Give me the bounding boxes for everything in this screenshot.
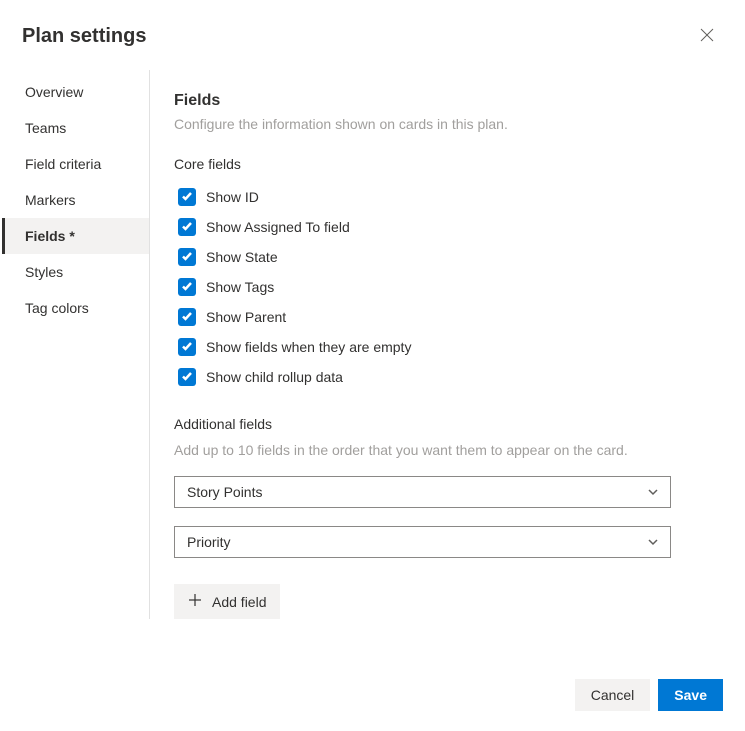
add-field-label: Add field [212,594,266,610]
checkbox-show-state[interactable] [178,248,196,266]
add-field-button[interactable]: Add field [174,584,280,619]
footer: Cancel Save [575,679,723,711]
checkbox-show-parent[interactable] [178,308,196,326]
cancel-button[interactable]: Cancel [575,679,651,711]
plus-icon [188,593,202,610]
sidebar-item-label: Fields * [25,228,75,244]
sidebar-item-overview[interactable]: Overview [2,74,149,110]
sidebar-item-markers[interactable]: Markers [2,182,149,218]
checkbox-show-assigned-to[interactable] [178,218,196,236]
checkbox-row: Show child rollup data [178,362,721,392]
checkmark-icon [181,369,193,385]
checkbox-label: Show Tags [206,279,274,295]
core-fields-label: Core fields [174,156,721,172]
header: Plan settings [0,0,745,70]
sidebar-item-label: Teams [25,120,66,136]
checkmark-icon [181,309,193,325]
close-button[interactable] [691,20,723,52]
checkbox-row: Show Assigned To field [178,212,721,242]
checkbox-show-tags[interactable] [178,278,196,296]
field-select-label: Priority [187,534,231,550]
checkbox-show-empty[interactable] [178,338,196,356]
checkbox-row: Show State [178,242,721,272]
sidebar: Overview Teams Field criteria Markers Fi… [2,70,150,619]
sidebar-item-label: Markers [25,192,76,208]
checkmark-icon [181,339,193,355]
checkbox-row: Show Tags [178,272,721,302]
core-fields-list: Show ID Show Assigned To field Show Stat… [174,182,721,392]
page-title: Plan settings [22,25,146,48]
checkbox-show-id[interactable] [178,188,196,206]
sidebar-item-label: Overview [25,84,83,100]
checkbox-row: Show Parent [178,302,721,332]
sidebar-item-teams[interactable]: Teams [2,110,149,146]
additional-fields-label: Additional fields [174,416,721,432]
main-subtitle: Configure the information shown on cards… [174,116,721,132]
checkbox-label: Show ID [206,189,259,205]
sidebar-item-label: Tag colors [25,300,89,316]
checkmark-icon [181,189,193,205]
sidebar-item-field-criteria[interactable]: Field criteria [2,146,149,182]
checkmark-icon [181,249,193,265]
field-select-priority[interactable]: Priority [174,526,671,558]
chevron-down-icon [646,535,660,549]
checkbox-label: Show State [206,249,278,265]
checkbox-row: Show fields when they are empty [178,332,721,362]
checkbox-show-rollup[interactable] [178,368,196,386]
checkmark-icon [181,219,193,235]
field-select-label: Story Points [187,484,262,500]
field-select-story-points[interactable]: Story Points [174,476,671,508]
body: Overview Teams Field criteria Markers Fi… [0,70,745,619]
sidebar-item-fields[interactable]: Fields * [2,218,149,254]
checkbox-label: Show Assigned To field [206,219,350,235]
main-content: Fields Configure the information shown o… [150,70,745,619]
checkmark-icon [181,279,193,295]
chevron-down-icon [646,485,660,499]
checkbox-label: Show Parent [206,309,286,325]
checkbox-row: Show ID [178,182,721,212]
additional-fields-subtitle: Add up to 10 fields in the order that yo… [174,442,721,458]
sidebar-item-tag-colors[interactable]: Tag colors [2,290,149,326]
main-title: Fields [174,92,721,110]
checkbox-label: Show fields when they are empty [206,339,411,355]
save-button[interactable]: Save [658,679,723,711]
close-icon [699,27,715,46]
sidebar-item-styles[interactable]: Styles [2,254,149,290]
checkbox-label: Show child rollup data [206,369,343,385]
sidebar-item-label: Field criteria [25,156,101,172]
sidebar-item-label: Styles [25,264,63,280]
